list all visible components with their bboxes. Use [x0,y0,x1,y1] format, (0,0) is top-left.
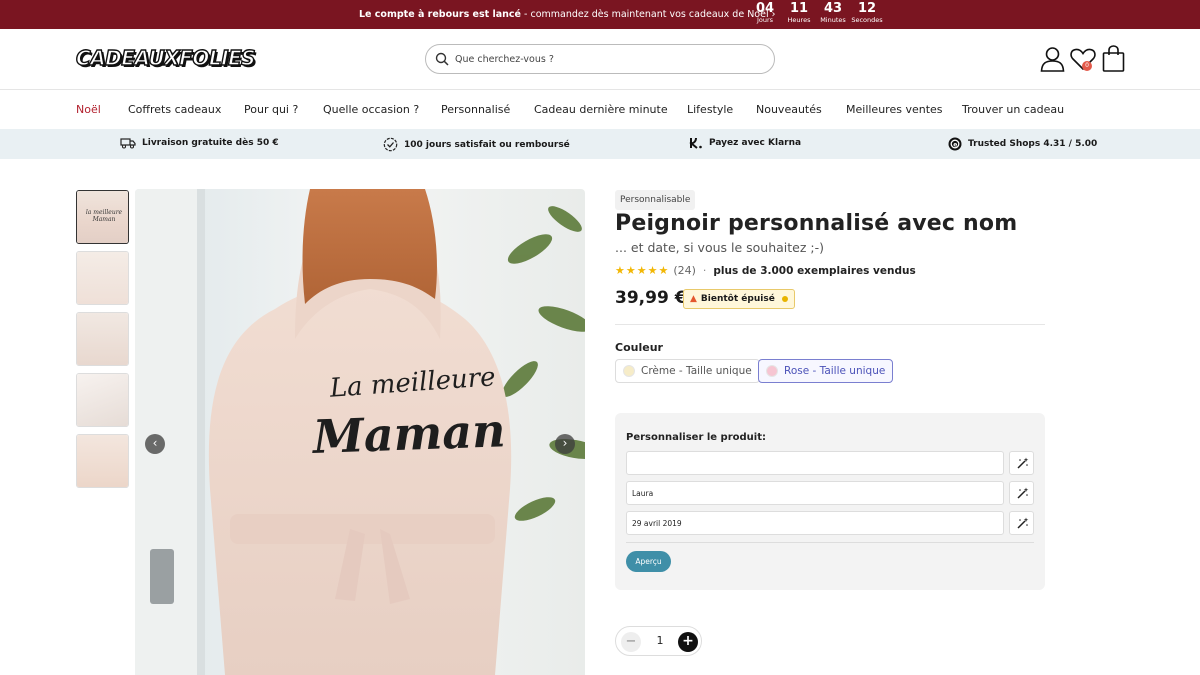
nav-item-noel[interactable]: Noël [76,103,101,116]
prev-image-button[interactable]: ‹ [145,434,165,454]
separator: · [675,290,679,301]
magic-wand-icon [1017,487,1029,499]
nav-item-derniere-minute[interactable]: Cadeau dernière minute [534,103,668,116]
quantity-decrease-button[interactable]: − [621,632,641,652]
color-option-rose[interactable]: Rose - Taille unique [758,359,894,383]
status-dot [781,296,788,302]
fire-icon: ▲ [690,294,697,304]
nav-item-occasion[interactable]: Quelle occasion ? [323,103,419,116]
thumbnail-text: la meilleure Maman [85,209,123,223]
countdown-seconds: 12 Secondes [851,1,883,24]
site-logo[interactable]: CADEAUXFOLIES [75,45,256,70]
countdown-minutes: 43 Minutes [820,1,846,24]
nav-item-coffrets[interactable]: Coffrets cadeaux [128,103,221,116]
review-count[interactable]: (24) [673,264,696,277]
nav-item-lifestyle[interactable]: Lifestyle [687,103,733,116]
personalization-field-name[interactable] [626,481,1004,505]
account-icon[interactable] [1040,46,1065,72]
swatch-circle [766,365,778,377]
magic-wand-icon [1017,457,1029,469]
quantity-value[interactable]: 1 [654,634,666,647]
usp-trusted-shops: e Trusted Shops 4.31 / 5.00 [948,137,1097,151]
next-image-button[interactable]: › [555,434,575,454]
usp-bar: Livraison gratuite dès 50 € 100 jours sa… [0,129,1200,159]
nav-item-personnalise[interactable]: Personnalisé [441,103,510,116]
product-subtitle: ... et date, si vous le souhaitez ;-) [615,240,825,255]
divider [626,542,1034,543]
product-thumbnail[interactable] [76,251,129,305]
countdown-days: 04 Jours [755,1,775,24]
sold-count: plus de 3.000 exemplaires vendus [713,264,916,277]
nav-item-trouver-cadeau[interactable]: Trouver un cadeau [962,103,1064,116]
banner-message[interactable]: Le compte à rebours est lancé - commande… [359,9,775,20]
cart-icon[interactable] [1102,45,1125,72]
separator: · [702,264,707,277]
site-header: CADEAUXFOLIES 0 [0,29,1200,89]
search-bar[interactable] [425,44,775,74]
main-navigation: Noël Coffrets cadeaux Pour qui ? Quelle … [0,89,1200,129]
refund-icon [383,137,398,152]
bathrobe-photo: La meilleure Maman [135,189,585,675]
star-rating[interactable]: ★★★★★ [615,264,669,277]
swatch-circle [623,365,635,377]
usp-satisfaction: 100 jours satisfait ou remboursé [383,137,570,152]
countdown-banner[interactable]: Le compte à rebours est lancé - commande… [0,0,1200,29]
usp-klarna: Payez avec Klarna [689,137,801,149]
nav-item-meilleures-ventes[interactable]: Meilleures ventes [846,103,943,116]
magic-wand-icon [1017,517,1029,529]
divider [615,324,1045,325]
magic-wand-button[interactable] [1009,511,1034,535]
trusted-shops-icon: e [948,137,962,151]
nav-item-pour-qui[interactable]: Pour qui ? [244,103,298,116]
countdown-hours: 11 Heures [787,1,811,24]
personalization-field-1[interactable] [626,451,1004,475]
product-main-image[interactable]: La meilleure Maman [135,189,585,675]
product-thumbnail[interactable]: la meilleure Maman [76,190,129,244]
preview-button[interactable]: Aperçu [626,551,671,572]
product-thumbnail[interactable] [76,312,129,366]
magic-wand-button[interactable] [1009,481,1034,505]
usp-free-shipping: Livraison gratuite dès 50 € [120,137,279,149]
search-input[interactable] [455,51,755,68]
robe-text-line2: Maman [310,403,506,464]
stock-badge: ▲ Bientôt épuisé [683,289,795,309]
svg-text:e: e [953,141,957,148]
magic-wand-button[interactable] [1009,451,1034,475]
truck-icon [120,138,136,149]
personalization-field-date[interactable] [626,511,1004,535]
rating-row: ★★★★★ (24) · plus de 3.000 exemplaires v… [615,264,916,277]
color-label: Couleur [615,341,663,354]
countdown-timer: 04 Jours 11 Heures 43 Minutes 12 Secondes [748,1,884,25]
personalization-panel: Personnaliser le produit: Aperçu [615,413,1045,590]
color-option-creme[interactable]: Crème - Taille unique [615,359,760,383]
nav-item-nouveautes[interactable]: Nouveautés [756,103,822,116]
product-thumbnail[interactable] [76,434,129,488]
personalization-title: Personnaliser le produit: [626,432,766,443]
search-icon [435,52,449,66]
klarna-icon [689,137,702,149]
product-title: Peignoir personnalisé avec nom [615,211,1018,236]
personalizable-tag: Personnalisable [615,190,696,210]
product-thumbnail[interactable] [76,373,129,427]
wishlist-count-badge: 0 [1082,61,1092,71]
quantity-stepper: − 1 + [615,626,702,656]
quantity-increase-button[interactable]: + [678,632,698,652]
